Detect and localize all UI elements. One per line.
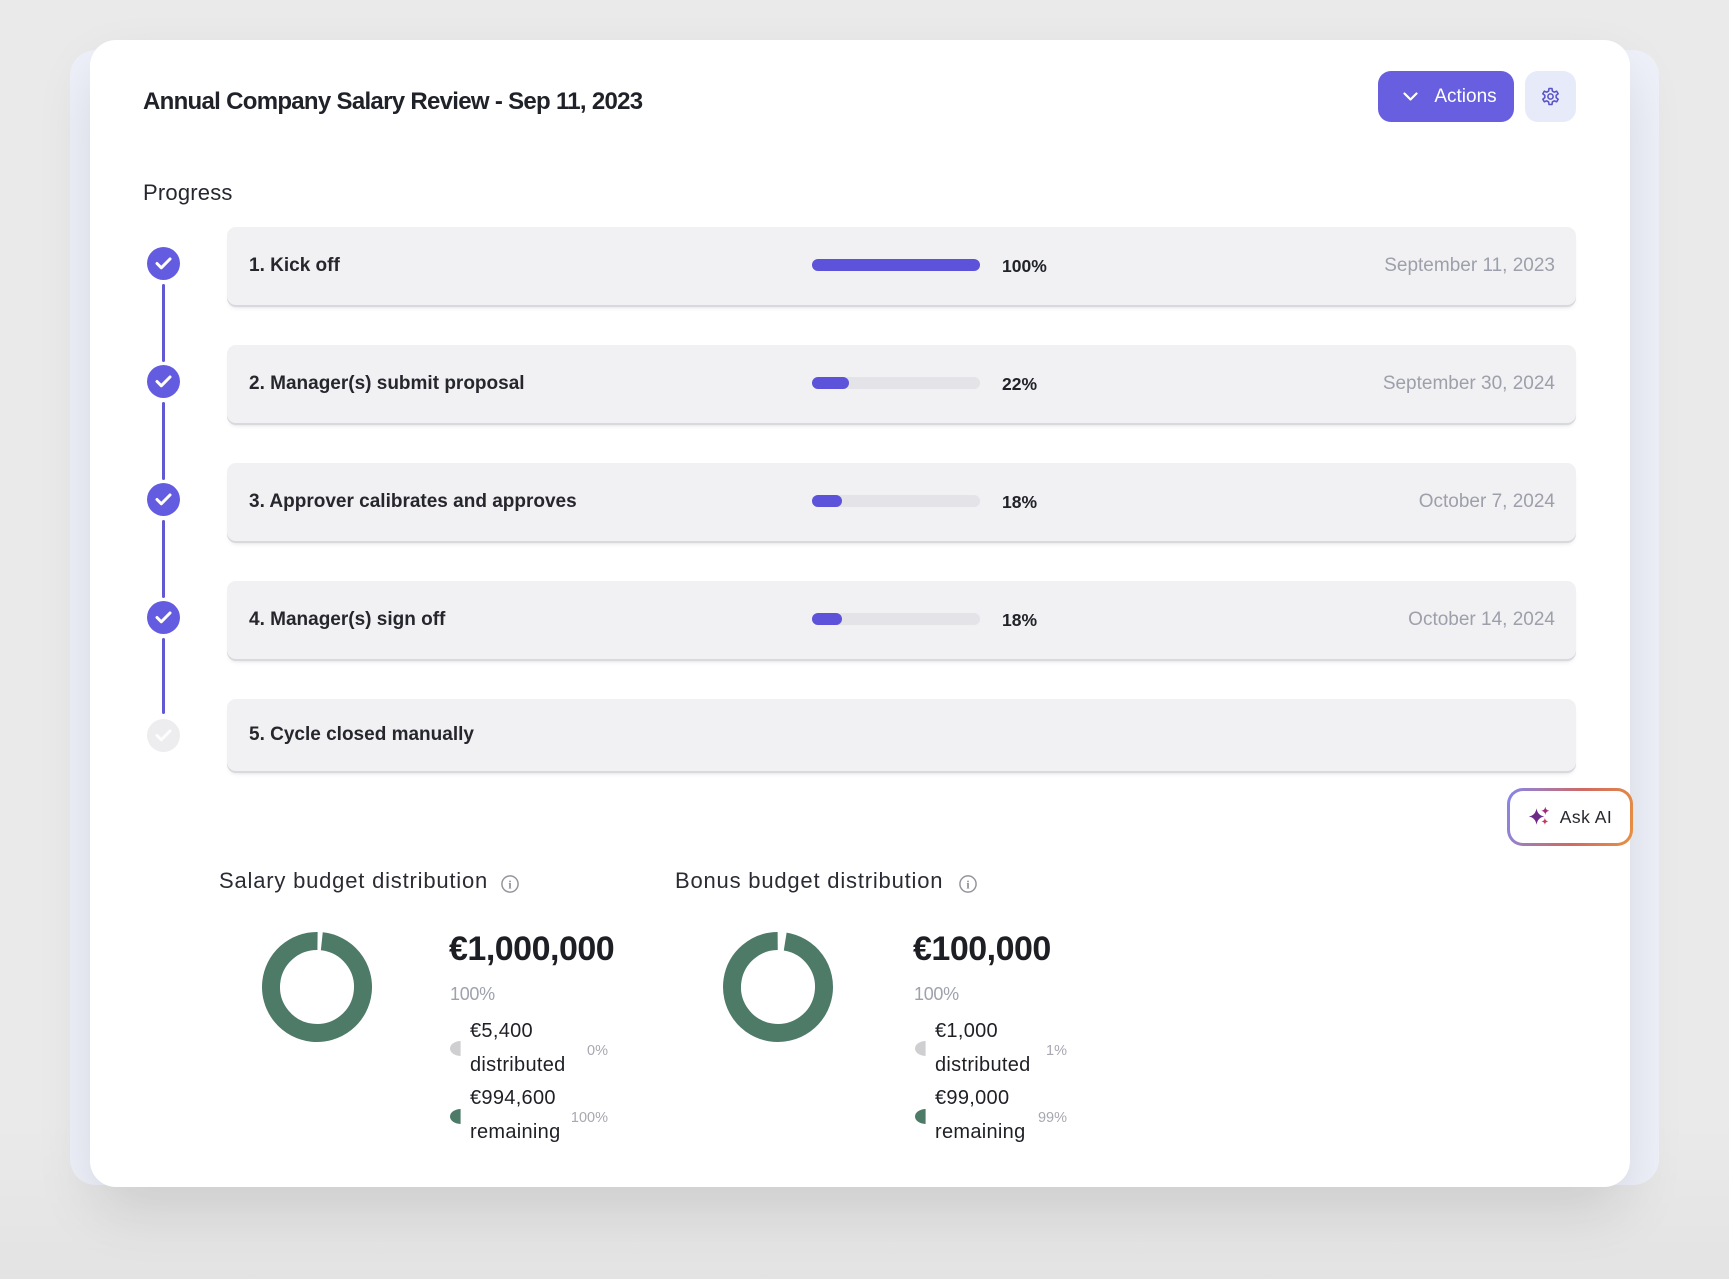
svg-text:i: i	[508, 879, 512, 891]
svg-text:i: i	[966, 879, 970, 891]
